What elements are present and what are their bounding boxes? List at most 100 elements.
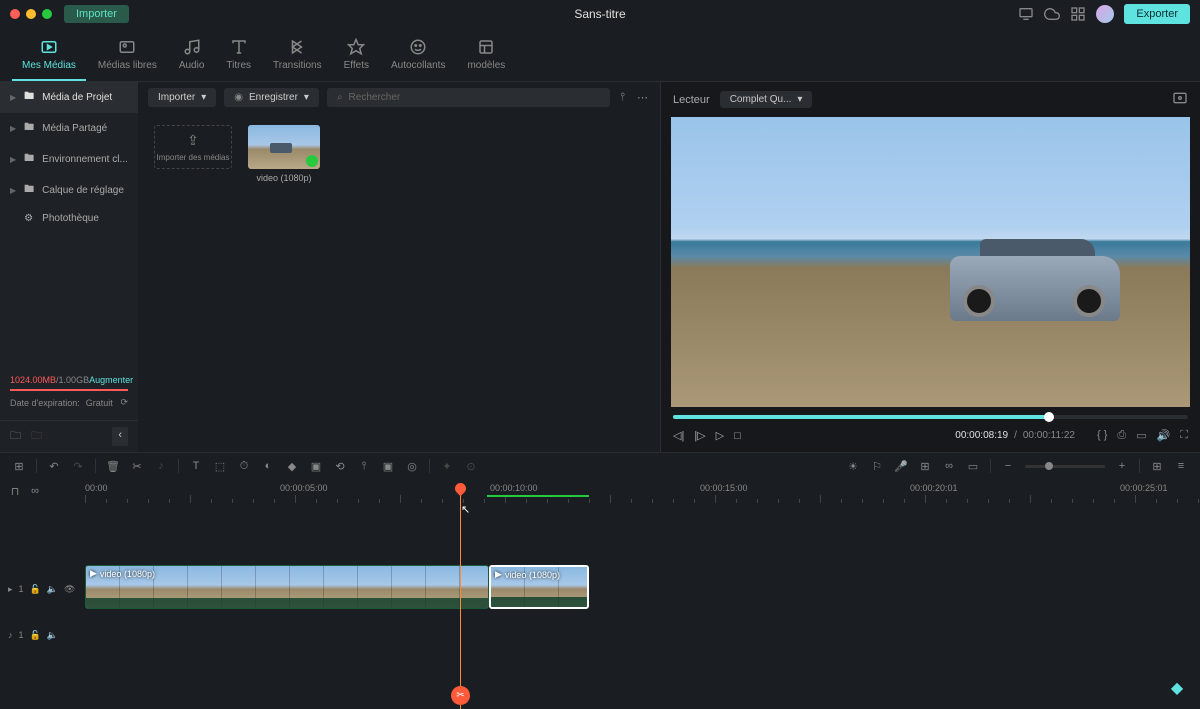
redo-icon[interactable]: ↷ [71, 459, 85, 473]
text-icon[interactable]: T [189, 459, 203, 473]
render-icon[interactable]: ▭ [966, 459, 980, 473]
brightness-icon[interactable]: ☀ [846, 459, 860, 473]
undo-icon[interactable]: ↶ [47, 459, 61, 473]
transitions-icon [288, 38, 306, 56]
zoom-in-icon[interactable]: + [1115, 459, 1129, 473]
close-icon[interactable] [10, 9, 20, 19]
expiry-value: Gratuit [86, 398, 113, 408]
mask-icon[interactable]: ▣ [309, 459, 323, 473]
settings-icon[interactable] [1172, 90, 1188, 109]
compare-icon[interactable]: ▭ [1136, 429, 1146, 442]
maximize-icon[interactable] [42, 9, 52, 19]
tracking-icon[interactable]: ◎ [405, 459, 419, 473]
keyframe-icon[interactable]: ◆ [285, 459, 299, 473]
export-button[interactable]: Exporter [1124, 4, 1190, 24]
braces-icon[interactable]: { } [1097, 429, 1107, 442]
stop-button[interactable]: □ [734, 430, 741, 442]
magnet-icon[interactable]: ⊓ [8, 484, 22, 498]
preview-viewport[interactable] [671, 117, 1190, 407]
color-icon[interactable]: ◐ [261, 459, 275, 473]
search-input[interactable]: ⌕ Rechercher [327, 88, 610, 107]
adjust-icon[interactable]: ⫯ [357, 459, 371, 473]
audio-track[interactable] [85, 621, 1200, 649]
folder-icon[interactable]: 🗀 [31, 427, 42, 446]
voice-icon[interactable]: ⊙ [464, 459, 478, 473]
tab-label: modèles [467, 60, 505, 71]
tab-stock-media[interactable]: Médias libres [88, 34, 167, 81]
link-icon[interactable]: ∞ [942, 459, 956, 473]
more-icon[interactable]: ⋯ [635, 89, 650, 106]
tab-transitions[interactable]: Transitions [263, 34, 332, 81]
camera-icon[interactable]: ▣ [381, 459, 395, 473]
mic-icon[interactable]: 🎤 [894, 459, 908, 473]
prev-frame-button[interactable]: ◁| [673, 429, 684, 442]
crop-icon[interactable]: ⬚ [213, 459, 227, 473]
sidebar-item-shared-media[interactable]: ▶ 🖿 Média Partagé [0, 113, 138, 144]
tab-effects[interactable]: Effets [334, 34, 379, 81]
clip-speed[interactable]: <<4.00 x ▾ ▶video (1080p) [489, 565, 589, 609]
video-track[interactable]: ▶video (1080p) <<4.00 x ▾ ▶video (1080p) [85, 565, 1200, 613]
media-thumbnail [248, 125, 320, 169]
cloud-icon[interactable] [1044, 6, 1060, 22]
quality-dropdown[interactable]: Complet Qu... ▾ [720, 91, 813, 108]
delete-icon[interactable]: 🗑 [106, 459, 120, 473]
tab-titles[interactable]: Titres [216, 34, 261, 81]
clip-main[interactable]: ▶video (1080p) [85, 565, 489, 609]
tab-label: Transitions [273, 60, 322, 71]
upgrade-link[interactable]: Augmenter [89, 375, 133, 385]
audio-icon [183, 38, 201, 56]
sidebar-item-phototheque[interactable]: ▶ ⚙ Photothèque [0, 206, 138, 231]
save-dropdown[interactable]: ◉ Enregistrer ▾ [224, 88, 319, 107]
avatar[interactable] [1096, 5, 1114, 23]
tab-stickers[interactable]: Autocollants [381, 34, 455, 81]
import-button[interactable]: Importer [64, 5, 129, 23]
new-folder-icon[interactable]: 🗀 [10, 427, 21, 446]
tab-templates[interactable]: modèles [457, 34, 515, 81]
sidebar-item-label: Média de Projet [42, 92, 112, 103]
import-dropdown[interactable]: Importer ▾ [148, 88, 216, 107]
link-track-icon[interactable]: ∞ [28, 484, 42, 498]
zoom-slider[interactable] [1025, 465, 1105, 468]
volume-icon[interactable]: 🔊 [1157, 429, 1171, 442]
lock-icon[interactable]: 🔓 [30, 630, 41, 641]
split-button[interactable]: ✂ [451, 686, 470, 705]
player-scrubber[interactable] [673, 415, 1188, 419]
mixer-icon[interactable]: ⊞ [918, 459, 932, 473]
zoom-out-icon[interactable]: − [1001, 459, 1015, 473]
visibility-icon[interactable]: 👁 [64, 584, 75, 595]
import-media-cell[interactable]: ⇪ Importer des médias [154, 125, 232, 169]
snapshot-icon[interactable]: ⎙ [1117, 429, 1126, 442]
cut-icon[interactable]: ✂ [130, 459, 144, 473]
sidebar-item-environment[interactable]: ▶ 🖿 Environnement cl... [0, 144, 138, 175]
sidebar-item-project-media[interactable]: ▶ 🖿 Média de Projet [0, 82, 138, 113]
fullscreen-icon[interactable]: ⛶ [1180, 429, 1188, 442]
stickers-icon [409, 38, 427, 56]
rotate-icon[interactable]: ⟲ [333, 459, 347, 473]
mute-icon[interactable]: 🔈 [47, 584, 58, 595]
list-icon[interactable]: ≡ [1174, 459, 1188, 473]
fit-icon[interactable]: ⊞ [1150, 459, 1164, 473]
timeline-ruler[interactable]: 00:00 00:00:05:00 00:00:10:00 00:00:15:0… [85, 479, 1200, 503]
track-edit-icon[interactable]: ⊞ [12, 459, 26, 473]
grid-icon[interactable] [1070, 6, 1086, 22]
collapse-icon[interactable]: ‹ [112, 427, 128, 446]
media-item[interactable]: video (1080p) [248, 125, 320, 183]
sparkle-icon[interactable]: ✦ [440, 459, 454, 473]
music-icon[interactable]: ♪ [154, 459, 168, 473]
sidebar-item-adjustment[interactable]: ▶ 🖿 Calque de réglage [0, 175, 138, 206]
refresh-icon[interactable]: ⟳ [120, 397, 128, 408]
lock-icon[interactable]: 🔓 [30, 584, 41, 595]
speed-icon[interactable]: ⏱ [237, 459, 251, 473]
display-icon[interactable] [1018, 6, 1034, 22]
playhead[interactable]: ↖ ✂ [460, 483, 461, 709]
filter-icon[interactable]: ⫯ [618, 89, 627, 106]
total-time: 00:00:11:22 [1023, 430, 1075, 441]
next-frame-button[interactable]: |▷ [694, 429, 705, 442]
tab-audio[interactable]: Audio [169, 34, 215, 81]
marker-icon[interactable]: ⚐ [870, 459, 884, 473]
minimize-icon[interactable] [26, 9, 36, 19]
effects-icon [347, 38, 365, 56]
tab-my-media[interactable]: Mes Médias [12, 34, 86, 81]
play-button[interactable]: ▷ [716, 429, 724, 442]
mute-icon[interactable]: 🔈 [47, 630, 58, 641]
